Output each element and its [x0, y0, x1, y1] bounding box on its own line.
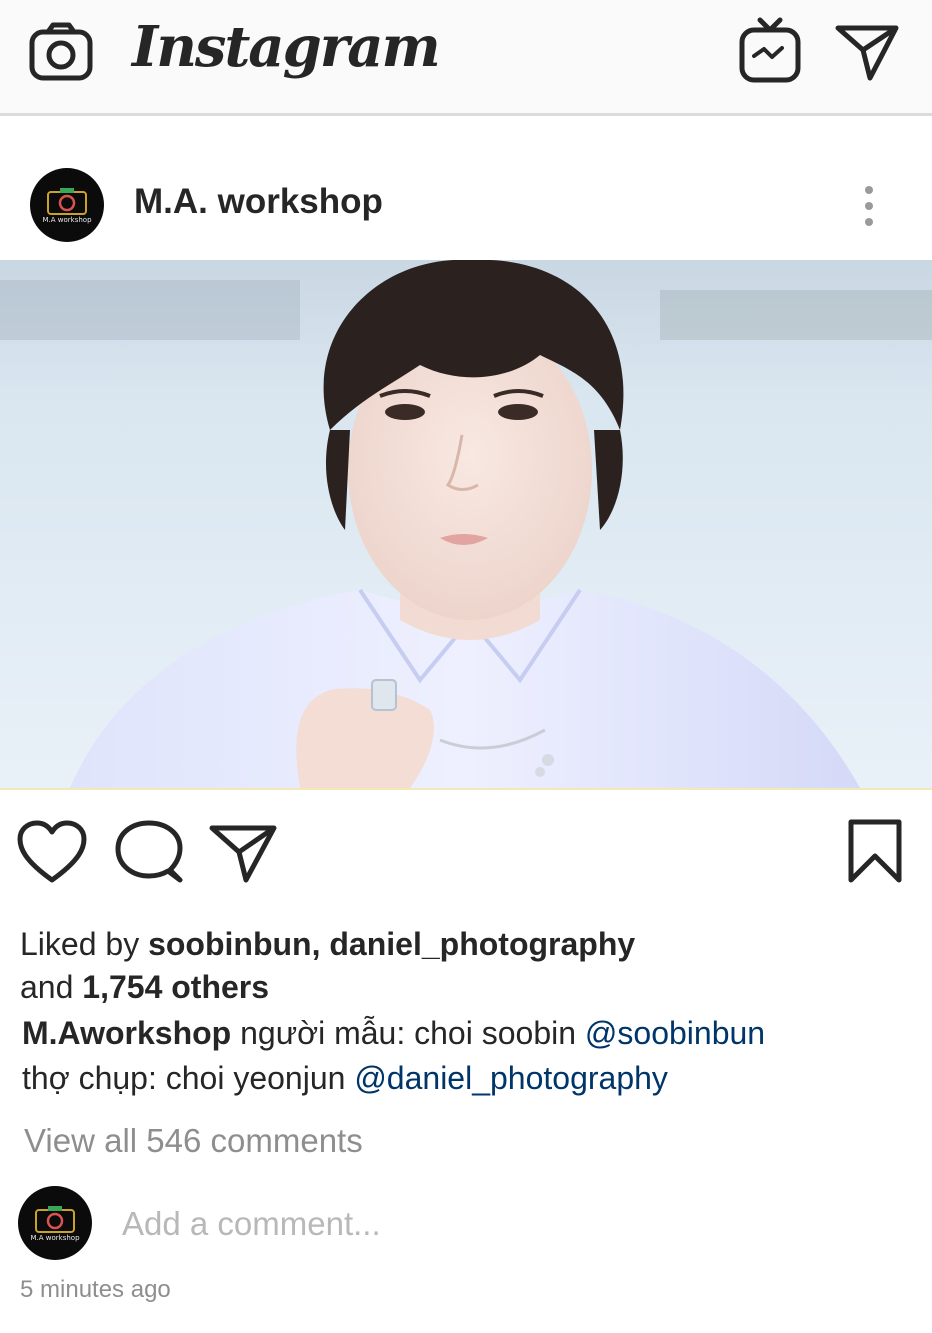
caption-text-2: thợ chụp: choi yeonjun — [22, 1060, 355, 1096]
caption-mention-link-2[interactable]: @daniel_photography — [354, 1060, 668, 1096]
caption-author[interactable]: M.Aworkshop — [22, 1015, 231, 1051]
caption-continued: thợ chụp: choi yeonjun @daniel_photograp… — [22, 1058, 668, 1098]
camera-icon[interactable] — [28, 22, 94, 84]
post-timestamp: 5 minutes ago — [20, 1276, 171, 1303]
heart-icon[interactable] — [16, 820, 88, 886]
igtv-icon[interactable] — [738, 16, 802, 86]
direct-message-icon[interactable] — [834, 22, 900, 82]
likes-line2-prefix: and — [20, 969, 83, 1005]
likes-count[interactable]: 1,754 others — [82, 969, 269, 1005]
post-photo[interactable] — [0, 260, 932, 790]
post-header: M.A workshop M.A. workshop — [0, 150, 932, 258]
logo-camera-icon — [47, 187, 87, 215]
bookmark-icon[interactable] — [846, 818, 904, 884]
more-options-icon[interactable] — [848, 180, 890, 232]
share-icon[interactable] — [208, 822, 278, 884]
app-title: Instagram — [132, 14, 441, 80]
caption: M.Aworkshop người mẫu: choi soobin @soob… — [22, 1013, 765, 1053]
likes-summary-continued: and 1,754 others — [20, 967, 269, 1007]
add-comment-input[interactable] — [122, 1198, 742, 1250]
likes-summary: Liked by soobinbun, daniel_photography — [20, 924, 635, 964]
liked-by-users[interactable]: soobinbun, daniel_photography — [148, 926, 635, 962]
avatar-logo-text: M.A workshop — [42, 216, 92, 224]
view-all-comments-link[interactable]: View all 546 comments — [24, 1120, 363, 1162]
caption-mention-link[interactable]: @soobinbun — [585, 1015, 765, 1051]
comment-icon[interactable] — [114, 820, 184, 886]
caption-text: người mẫu: choi soobin — [231, 1015, 585, 1051]
avatar-logo-text: M.A workshop — [30, 1234, 80, 1242]
top-navigation-bar: Instagram — [0, 0, 932, 116]
logo-camera-icon — [35, 1205, 75, 1233]
post-username[interactable]: M.A. workshop — [134, 182, 383, 222]
commenter-avatar: M.A workshop — [18, 1186, 92, 1260]
avatar[interactable]: M.A workshop — [30, 168, 104, 242]
likes-prefix: Liked by — [20, 926, 149, 962]
